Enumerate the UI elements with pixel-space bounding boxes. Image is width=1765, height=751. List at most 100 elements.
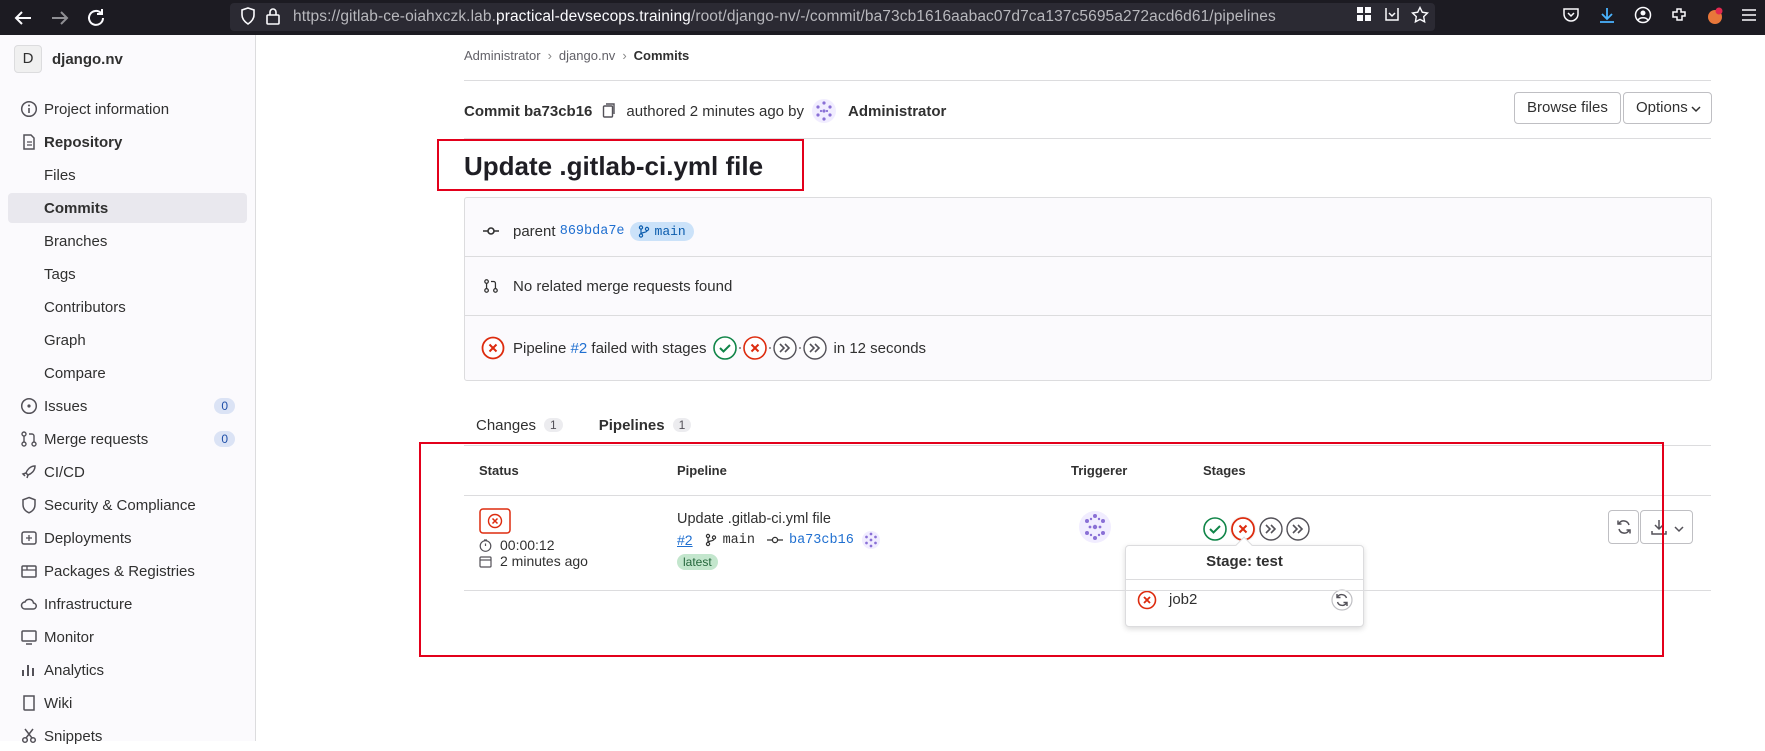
lock-icon[interactable] (266, 7, 280, 25)
sidebar-item-label: Wiki (44, 694, 73, 712)
sidebar-item-label: Tags (44, 265, 76, 283)
commit-info-box: parent 869bda7e main No related merge re… (464, 197, 1712, 381)
copy-icon[interactable] (602, 103, 616, 119)
pipeline-label: Pipeline (513, 339, 567, 357)
sidebar-item-label: Merge requests (44, 430, 149, 448)
sidebar-item-project-information[interactable]: Project information (8, 94, 247, 124)
stage-success-icon[interactable] (712, 335, 738, 361)
snippet-icon (21, 728, 37, 744)
monitor-icon (21, 630, 37, 645)
info-icon (20, 100, 38, 118)
sidebar-item-label: Repository (44, 133, 123, 151)
failed-text: failed with stages (591, 339, 707, 357)
pipeline-link[interactable]: #2 (571, 340, 588, 357)
tab-changes[interactable]: Changes 1 (464, 410, 575, 440)
menu-icon[interactable] (1738, 6, 1760, 28)
sidebar-item-issues[interactable]: Issues 0 (8, 391, 247, 421)
sidebar-item-tags[interactable]: Tags (8, 259, 247, 289)
sidebar-item-label: Files (44, 166, 76, 184)
highlight-box-pipelines (419, 442, 1664, 657)
branch-pill[interactable]: main (629, 221, 694, 241)
breadcrumb-separator: › (622, 48, 627, 63)
options-button[interactable]: Options (1623, 92, 1712, 124)
sidebar-item-label: Deployments (44, 529, 132, 547)
highlight-box-title (437, 139, 804, 191)
sidebar-item-graph[interactable]: Graph (8, 325, 247, 355)
grid-icon[interactable] (1353, 6, 1375, 28)
sidebar-item-label: Infrastructure (44, 595, 133, 613)
download-icon[interactable] (1596, 6, 1618, 28)
back-icon[interactable] (11, 6, 35, 30)
merge-request-row: No related merge requests found (465, 266, 1711, 306)
sidebar-item-commits[interactable]: Commits (8, 193, 247, 223)
author-name[interactable]: Administrator (848, 103, 946, 120)
tab-pipelines[interactable]: Pipelines 1 (587, 410, 704, 440)
project-header[interactable]: D django.nv (14, 43, 123, 75)
merge-requests-count-badge: 0 (214, 431, 235, 447)
sidebar-item-label: Security & Compliance (44, 496, 196, 514)
project-avatar[interactable]: D (14, 45, 42, 73)
sidebar-item-security-compliance[interactable]: Security & Compliance (8, 490, 247, 520)
parent-sha-link[interactable]: 869bda7e (560, 224, 625, 239)
failed-status-icon[interactable] (481, 336, 505, 360)
chevron-down-icon (1674, 526, 1684, 533)
browser-toolbar: https://gitlab-ce-oiahxczk.lab.practical… (0, 0, 1765, 35)
author-avatar[interactable] (812, 99, 837, 123)
sidebar-item-contributors[interactable]: Contributors (8, 292, 247, 322)
reader-icon[interactable] (1381, 6, 1403, 28)
sidebar-item-files[interactable]: Files (8, 160, 247, 190)
bookmark-star-icon[interactable] (1409, 5, 1431, 28)
shield-icon (22, 496, 36, 514)
sidebar-item-infrastructure[interactable]: Infrastructure (8, 589, 247, 619)
authored-text: authored 2 minutes ago by (626, 102, 805, 120)
sidebar-item-packages-registries[interactable]: Packages & Registries (8, 556, 247, 586)
forward-icon[interactable] (48, 6, 72, 30)
sidebar-item-label: Commits (44, 199, 109, 217)
stage-indicators (712, 335, 828, 361)
sidebar-item-monitor[interactable]: Monitor (8, 622, 247, 652)
breadcrumb-root[interactable]: Administrator (464, 48, 541, 63)
sidebar-item-label: Graph (44, 331, 86, 349)
sidebar-item-repository[interactable]: Repository (8, 127, 247, 157)
sidebar-item-wiki[interactable]: Wiki (8, 688, 247, 718)
breadcrumb-separator: › (547, 48, 552, 63)
commit-icon (483, 227, 499, 235)
fox-extension-icon[interactable] (1704, 6, 1726, 28)
divider (464, 80, 1711, 81)
reload-icon[interactable] (84, 6, 108, 30)
sidebar-item-label: CI/CD (44, 463, 85, 481)
parent-row: parent 869bda7e main (465, 216, 1711, 246)
stage-skipped-icon[interactable] (802, 335, 828, 361)
tab-count-badge: 1 (672, 418, 692, 432)
account-icon[interactable] (1632, 6, 1654, 28)
tab-label: Changes (476, 416, 537, 434)
sidebar-item-label: Analytics (44, 661, 105, 679)
sidebar-item-merge-requests[interactable]: Merge requests 0 (8, 424, 247, 454)
tracking-shield-icon[interactable] (240, 7, 256, 25)
branch-name: main (654, 223, 686, 239)
sidebar-item-cicd[interactable]: CI/CD (8, 457, 247, 487)
breadcrumb-project[interactable]: django.nv (559, 48, 615, 63)
commit-label: Commit (464, 102, 520, 120)
sidebar-item-compare[interactable]: Compare (8, 358, 247, 388)
breadcrumb-current[interactable]: Commits (634, 48, 690, 63)
rocket-icon (21, 465, 36, 479)
sidebar-item-label: Branches (44, 232, 108, 250)
book-icon (23, 695, 35, 711)
issues-count-badge: 0 (214, 398, 235, 414)
url-text[interactable]: https://gitlab-ce-oiahxczk.lab.practical… (293, 8, 1276, 26)
stage-connector (769, 347, 772, 349)
extensions-icon[interactable] (1668, 6, 1690, 28)
sidebar-item-branches[interactable]: Branches (8, 226, 247, 256)
project-name[interactable]: django.nv (52, 51, 123, 68)
tab-label: Pipelines (598, 416, 665, 434)
stage-skipped-icon[interactable] (772, 335, 798, 361)
sidebar-item-snippets[interactable]: Snippets (8, 721, 247, 751)
stage-failed-icon[interactable] (742, 335, 768, 361)
breadcrumb: Administrator › django.nv › Commits (464, 48, 689, 63)
address-bar[interactable]: https://gitlab-ce-oiahxczk.lab.practical… (230, 3, 1435, 31)
pocket-icon[interactable] (1560, 6, 1582, 28)
sidebar-item-deployments[interactable]: Deployments (8, 523, 247, 553)
browse-files-button[interactable]: Browse files (1514, 92, 1621, 124)
sidebar-item-analytics[interactable]: Analytics (8, 655, 247, 685)
